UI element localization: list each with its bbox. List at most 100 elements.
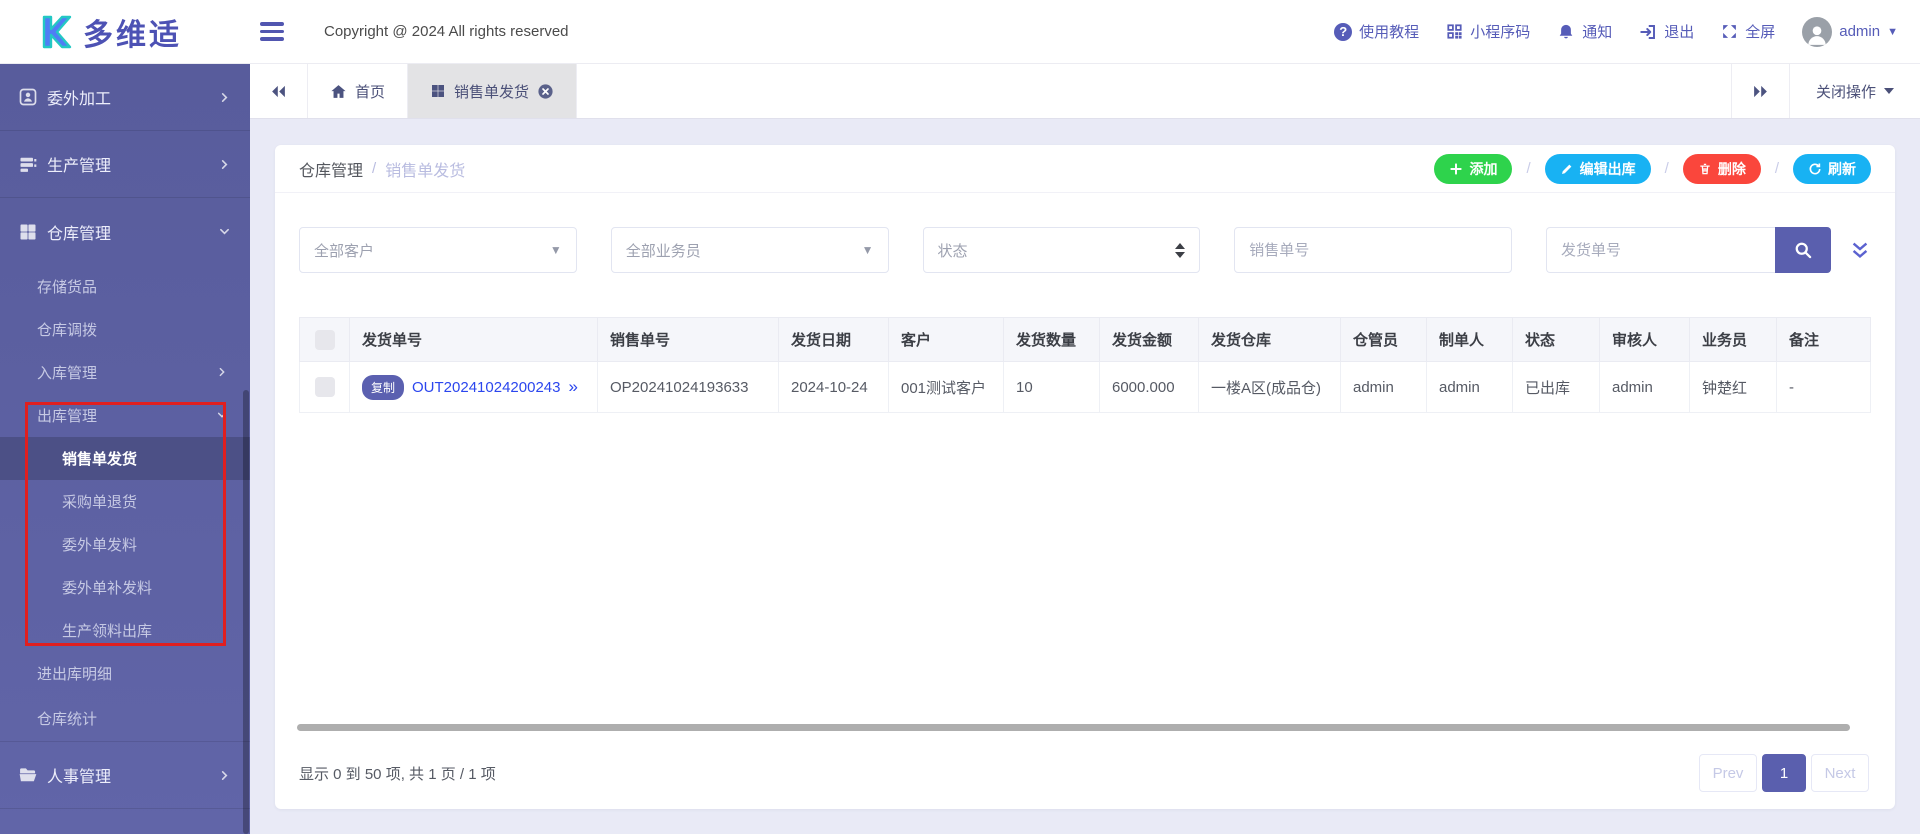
fullscreen-icon [1721, 23, 1738, 40]
logo-text: 多维适 [83, 18, 182, 52]
sidebar-item-label: 仓库调拨 [37, 322, 98, 339]
table-row[interactable]: 复制 OUT20241024200243 » OP20241024193633 … [299, 361, 1871, 413]
sidebar-item-hr[interactable]: 人事管理 [0, 742, 250, 809]
avatar [1802, 16, 1833, 47]
col-storekeeper: 仓管员 [1340, 317, 1427, 362]
col-quantity: 发货数量 [1003, 317, 1100, 362]
tabs-scroll-left-button[interactable] [250, 64, 308, 118]
warehouse-grid-icon [18, 222, 38, 242]
sidebar-item-inbound-mgmt[interactable]: 入库管理 [0, 351, 250, 394]
sidebar-item-inout-detail[interactable]: 进出库明细 [0, 652, 250, 695]
cell-warehouse: 一楼A区(成品仓) [1198, 361, 1341, 413]
salesperson-select[interactable]: 全部业务员 ▼ [610, 227, 889, 273]
select-all-checkbox[interactable] [314, 329, 335, 350]
nav-notifications[interactable]: 通知 [1557, 21, 1612, 42]
breadcrumb-parent[interactable]: 仓库管理 [299, 157, 363, 181]
chevron-down-icon [219, 226, 230, 237]
prev-page-button[interactable]: Prev [1699, 754, 1757, 792]
toolbar-separator: / [1664, 160, 1669, 177]
hamburger-menu-icon[interactable] [260, 22, 284, 41]
filter-bar: 全部客户 ▼ 全部业务员 ▼ 状态 [275, 193, 1895, 273]
refresh-icon [1808, 162, 1822, 176]
next-page-button[interactable]: Next [1811, 754, 1869, 792]
copy-badge[interactable]: 复制 [362, 374, 405, 400]
sidebar-item-outsourcing[interactable]: 委外加工 [0, 64, 250, 131]
current-page-button[interactable]: 1 [1762, 754, 1806, 792]
sidebar-item-outsource-reissue[interactable]: 委外单补发料 [0, 566, 250, 609]
refresh-button[interactable]: 刷新 [1793, 153, 1871, 184]
sidebar-item-outsource-issue[interactable]: 委外单发料 [0, 523, 250, 566]
open-detail-arrows-icon[interactable]: » [568, 377, 577, 397]
tab-home[interactable]: 首页 [308, 64, 409, 118]
chevron-down-icon: ▼ [549, 243, 562, 257]
horizontal-scrollbar[interactable] [297, 724, 1850, 731]
tabs-scroll-right-button[interactable] [1730, 64, 1789, 118]
sales-order-no-input[interactable] [1234, 227, 1512, 273]
sidebar-item-warehouse-stats[interactable]: 仓库统计 [0, 695, 250, 742]
sidebar-item-label: 仓库统计 [37, 710, 98, 728]
sidebar-item-purchase-return[interactable]: 采购单退货 [0, 480, 250, 523]
pager: Prev 1 Next [1699, 754, 1869, 792]
chevron-down-icon: ▼ [1887, 25, 1898, 38]
col-creator: 制单人 [1426, 317, 1513, 362]
sidebar-item-stored-goods[interactable]: 存储货品 [0, 265, 250, 308]
col-customer: 客户 [888, 317, 1004, 362]
sidebar-item-outbound-mgmt[interactable]: 出库管理 [0, 394, 250, 437]
tab-sales-shipment-label: 销售单发货 [454, 83, 530, 101]
nav-miniprogram-qr[interactable]: 小程序码 [1446, 21, 1530, 42]
sidebar-item-label: 入库管理 [37, 365, 98, 382]
breadcrumb-current: 销售单发货 [385, 162, 466, 180]
expand-filters-icon[interactable] [1849, 239, 1871, 261]
close-operations-dropdown[interactable]: 关闭操作 [1788, 64, 1920, 118]
nav-fullscreen-label: 全屏 [1745, 24, 1776, 41]
status-select[interactable]: 状态 [922, 227, 1201, 273]
shipment-no-link[interactable]: OUT20241024200243 [412, 379, 560, 396]
toolbar-separator: / [1526, 160, 1531, 177]
tab-sales-shipment[interactable]: 销售单发货 [408, 64, 578, 118]
edit-outbound-button-label: 编辑出库 [1579, 160, 1636, 177]
logo[interactable]: 多维适 [0, 10, 250, 54]
tab-close-icon[interactable] [537, 83, 554, 100]
nav-tutorial[interactable]: ? 使用教程 [1334, 21, 1419, 42]
shipment-no-input[interactable] [1546, 227, 1775, 273]
question-circle-icon: ? [1334, 22, 1353, 41]
pagination-bar: 显示 0 到 50 项, 共 1 页 / 1 项 Prev 1 Next [299, 754, 1869, 792]
tab-bar: 首页 销售单发货 关闭操作 [250, 64, 1920, 119]
sidebar: 委外加工 生产管理 仓库管理 存储货品 仓库调拨 入库管理 出库管理 销售单发货… [0, 64, 250, 834]
cell-customer: 001测试客户 [888, 361, 1004, 413]
delete-button-label: 删除 [1717, 160, 1746, 177]
sidebar-item-sales-shipment[interactable]: 销售单发货 [0, 437, 250, 480]
delete-button[interactable]: 删除 [1682, 153, 1761, 184]
sidebar-item-label: 生产领料出库 [62, 623, 153, 640]
user-menu[interactable]: admin ▼ [1802, 16, 1898, 47]
nav-tutorial-label: 使用教程 [1359, 24, 1420, 41]
toolbar-separator: / [1774, 160, 1779, 177]
sidebar-item-production-picking[interactable]: 生产领料出库 [0, 609, 250, 652]
sidebar-item-label: 财务管理 [47, 830, 111, 834]
add-button[interactable]: 添加 [1434, 153, 1513, 184]
nav-fullscreen[interactable]: 全屏 [1721, 21, 1775, 42]
sidebar-item-label: 仓库管理 [47, 225, 112, 243]
close-operations-label: 关闭操作 [1815, 83, 1876, 101]
sidebar-item-finance[interactable]: 财务管理 [0, 809, 250, 834]
plus-icon [1449, 162, 1463, 176]
breadcrumb-separator: / [372, 160, 377, 177]
content-area: 仓库管理 / 销售单发货 添加 / 编辑出库 / 删除 / 刷新 全部客户 ▼ … [250, 119, 1920, 834]
sidebar-item-production[interactable]: 生产管理 [0, 131, 250, 198]
row-checkbox[interactable] [314, 377, 335, 397]
search-button[interactable] [1775, 227, 1831, 273]
customer-select[interactable]: 全部客户 ▼ [299, 227, 577, 273]
edit-outbound-button[interactable]: 编辑出库 [1544, 153, 1651, 184]
username-label: admin [1839, 23, 1881, 40]
data-table: 发货单号 销售单号 发货日期 客户 发货数量 发货金额 发货仓库 仓管员 制单人… [299, 317, 1871, 413]
pencil-icon [1560, 162, 1574, 176]
nav-logout[interactable]: 退出 [1639, 21, 1694, 42]
sidebar-item-warehouse[interactable]: 仓库管理 [0, 198, 250, 265]
add-button-label: 添加 [1469, 160, 1498, 177]
tab-bar-spacer [577, 64, 1731, 118]
sidebar-item-label: 委外单补发料 [62, 580, 153, 597]
sidebar-item-warehouse-transfer[interactable]: 仓库调拨 [0, 308, 250, 351]
cell-amount: 6000.000 [1099, 361, 1199, 413]
refresh-button-label: 刷新 [1828, 160, 1856, 177]
sidebar-scrollbar[interactable] [243, 390, 249, 834]
